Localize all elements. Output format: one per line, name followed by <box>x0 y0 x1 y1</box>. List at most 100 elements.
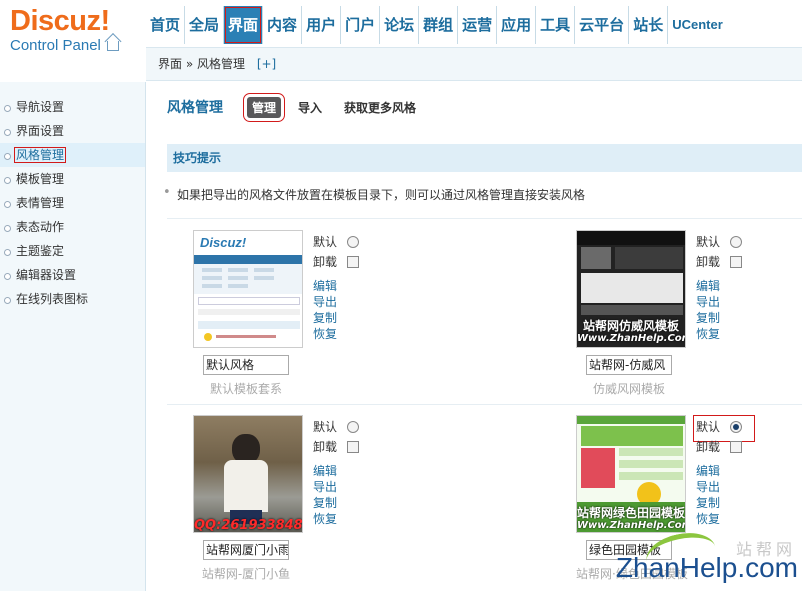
sidebar-item-1[interactable]: 界面设置 <box>0 119 145 143</box>
style-options: 默认 卸载 编辑 导出 复制 恢复 <box>313 417 373 527</box>
sidebar-item-label: 表情管理 <box>16 196 65 210</box>
default-radio[interactable] <box>730 421 742 433</box>
admin-control-panel: Discuz! Control Panel 首页 全局 界面 内容 用户 门户 论坛 群组 运营… <box>0 0 802 591</box>
style-options: 默认 卸载 编辑 导出 复制 恢复 <box>693 415 756 527</box>
sidebar-item-label: 表态动作 <box>16 220 65 234</box>
nav-item-6[interactable]: 论坛 <box>379 6 418 44</box>
logo[interactable]: Discuz! Control Panel <box>10 6 140 60</box>
tips-header: 技巧提示 <box>167 144 802 172</box>
divider <box>167 218 802 219</box>
style-name-input[interactable]: 默认风格 <box>203 355 289 375</box>
nav-item-13[interactable]: UCenter <box>667 6 727 44</box>
style-subtitle: 仿威风网模板 <box>592 382 665 396</box>
thumb-caption: 站帮网绿色田园模板 <box>577 506 686 520</box>
thumb-caption: QQ:261933848 <box>194 518 303 533</box>
nav-item-0[interactable]: 首页 <box>146 6 184 44</box>
nav-item-4[interactable]: 用户 <box>301 6 340 44</box>
restore-link[interactable]: 恢复 <box>313 326 373 342</box>
style-name-input[interactable]: 站帮网-仿威风 <box>586 355 672 375</box>
default-label: 默认 <box>313 235 338 249</box>
breadcrumb-text: 界面 » 风格管理 <box>158 57 245 71</box>
main-content: 风格管理 管理 导入 获取更多风格 技巧提示 如果把导出的风格文件放置在模板目录… <box>147 82 802 591</box>
sidebar-item-4[interactable]: 表情管理 <box>0 191 145 215</box>
sidebar-item-7[interactable]: 编辑器设置 <box>0 263 145 287</box>
style-subtitle: 默认模板套系 <box>209 382 282 396</box>
copy-link[interactable]: 复制 <box>313 495 373 511</box>
export-link[interactable]: 导出 <box>696 294 756 310</box>
sidebar-item-6[interactable]: 主题鉴定 <box>0 239 145 263</box>
nav-item-12[interactable]: 站长 <box>628 6 667 44</box>
nav-item-9[interactable]: 应用 <box>496 6 535 44</box>
default-label: 默认 <box>313 420 338 434</box>
tab-import[interactable]: 导入 <box>293 97 327 118</box>
watermark-en-a: Zhan <box>615 552 680 583</box>
site-watermark: 站帮网 ZhanHelp.com <box>580 527 802 591</box>
sidebar-item-label: 编辑器设置 <box>16 268 77 282</box>
export-link[interactable]: 导出 <box>313 479 373 495</box>
sidebar-item-2[interactable]: 风格管理 <box>0 143 145 167</box>
nav-item-11[interactable]: 云平台 <box>574 6 628 44</box>
uninstall-label: 卸载 <box>696 440 721 454</box>
style-card: 站帮网仿威风模板 Www.ZhanHelp.Com 站帮网-仿威风 仿威风网模板… <box>576 230 776 400</box>
default-radio[interactable] <box>730 236 742 248</box>
default-radio[interactable] <box>347 421 359 433</box>
style-thumbnail[interactable]: Discuz! <box>193 230 303 348</box>
sidebar-item-label: 在线列表图标 <box>16 292 89 306</box>
logo-title: Discuz! <box>10 5 110 37</box>
style-thumbnail[interactable]: 站帮网绿色田园模板 Www.ZhanHelp.Com <box>576 415 686 533</box>
home-icon <box>107 41 120 51</box>
style-thumbnail[interactable]: 站帮网仿威风模板 Www.ZhanHelp.Com <box>576 230 686 348</box>
uninstall-checkbox[interactable] <box>730 441 742 453</box>
thumb-url: Www.ZhanHelp.Com <box>577 333 686 344</box>
add-to-menu-link[interactable]: [+] <box>257 57 276 71</box>
edit-link[interactable]: 编辑 <box>313 278 373 294</box>
restore-link[interactable]: 恢复 <box>313 511 373 527</box>
tab-bar: 风格管理 管理 导入 获取更多风格 <box>167 92 433 122</box>
export-link[interactable]: 导出 <box>313 294 373 310</box>
uninstall-checkbox[interactable] <box>347 441 359 453</box>
copy-link[interactable]: 复制 <box>313 310 373 326</box>
sidebar-item-label: 风格管理 <box>14 147 67 163</box>
uninstall-checkbox[interactable] <box>347 256 359 268</box>
restore-link[interactable]: 恢复 <box>696 326 756 342</box>
edit-link[interactable]: 编辑 <box>313 463 373 479</box>
style-thumbnail[interactable]: QQ:261933848 <box>193 415 303 533</box>
nav-item-10[interactable]: 工具 <box>535 6 574 44</box>
nav-item-2[interactable]: 界面 <box>223 6 263 44</box>
export-link[interactable]: 导出 <box>696 479 756 495</box>
breadcrumb: 界面 » 风格管理 [+] <box>146 47 802 81</box>
copy-link[interactable]: 复制 <box>696 495 756 511</box>
logo-subtitle: Control Panel <box>10 37 101 54</box>
tab-manage[interactable]: 管理 <box>242 92 286 122</box>
uninstall-label: 卸载 <box>313 255 338 269</box>
nav-item-3[interactable]: 内容 <box>262 6 301 44</box>
uninstall-checkbox[interactable] <box>730 256 742 268</box>
style-options: 默认 卸载 编辑 导出 复制 恢复 <box>313 232 373 342</box>
uninstall-label: 卸载 <box>696 255 721 269</box>
header: Discuz! Control Panel 首页 全局 界面 内容 用户 门户 论坛 群组 运营… <box>0 0 802 54</box>
style-card: QQ:261933848 站帮网厦门小雨 站帮网-厦门小鱼 默认 卸载 编辑 导… <box>193 415 393 585</box>
edit-link[interactable]: 编辑 <box>696 278 756 294</box>
nav-item-5[interactable]: 门户 <box>340 6 379 44</box>
sidebar-item-label: 主题鉴定 <box>16 244 65 258</box>
default-label: 默认 <box>696 235 721 249</box>
tab-get-more-styles[interactable]: 获取更多风格 <box>339 97 421 118</box>
style-name-input[interactable]: 站帮网厦门小雨 <box>203 540 289 560</box>
restore-link[interactable]: 恢复 <box>696 511 756 527</box>
sidebar-item-8[interactable]: 在线列表图标 <box>0 287 145 311</box>
sidebar-item-label: 界面设置 <box>16 124 65 138</box>
top-nav: 首页 全局 界面 内容 用户 门户 论坛 群组 运营 应用 工具 云平台 站长 UCenter <box>146 6 727 44</box>
sidebar-item-0[interactable]: 导航设置 <box>0 95 145 119</box>
sidebar-item-3[interactable]: 模板管理 <box>0 167 145 191</box>
nav-item-1[interactable]: 全局 <box>184 6 223 44</box>
edit-link[interactable]: 编辑 <box>696 463 756 479</box>
default-radio[interactable] <box>347 236 359 248</box>
sidebar-item-5[interactable]: 表态动作 <box>0 215 145 239</box>
copy-link[interactable]: 复制 <box>696 310 756 326</box>
style-card: Discuz! 默认风格 默认模板套系 默认 卸载 编辑 导出 复制 恢复 <box>193 230 393 400</box>
nav-item-7[interactable]: 群组 <box>418 6 457 44</box>
nav-item-8[interactable]: 运营 <box>457 6 496 44</box>
sidebar: 导航设置界面设置风格管理模板管理表情管理表态动作主题鉴定编辑器设置在线列表图标 <box>0 82 146 591</box>
watermark-en-c: .com <box>737 552 798 583</box>
watermark-en-b: Help <box>679 552 738 583</box>
